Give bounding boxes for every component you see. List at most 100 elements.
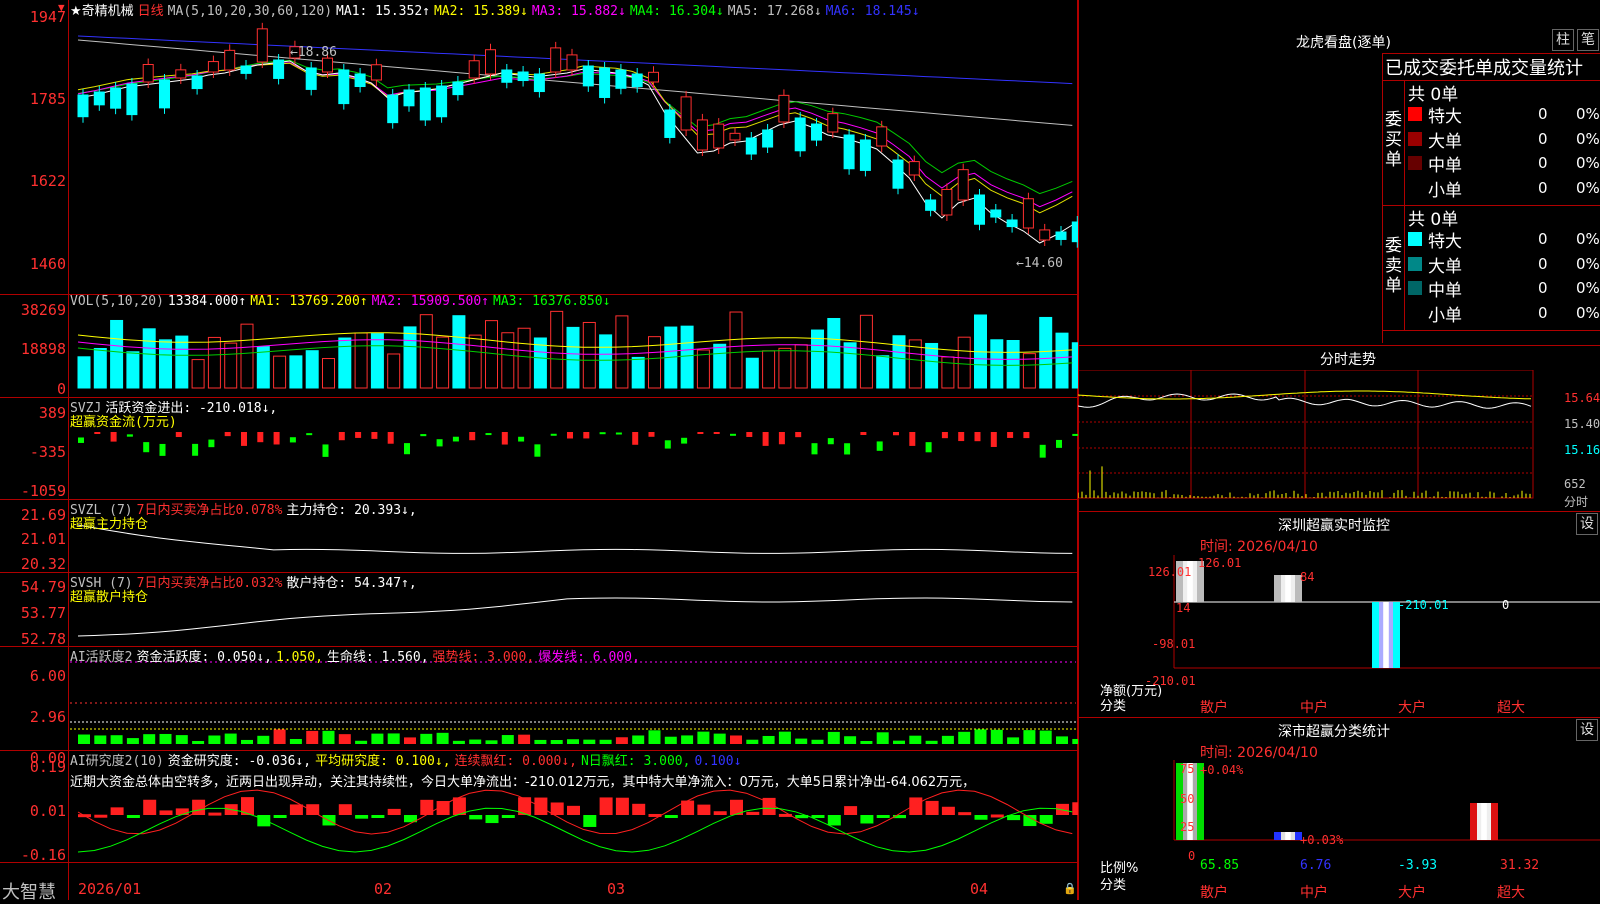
volume-bar[interactable] <box>468 334 482 389</box>
volume-bar[interactable] <box>631 356 645 389</box>
volume-bar[interactable] <box>436 336 450 389</box>
candle[interactable] <box>680 96 692 131</box>
volume-bar[interactable] <box>501 332 515 389</box>
candle[interactable] <box>110 87 122 109</box>
candle[interactable] <box>957 169 969 201</box>
candle[interactable] <box>876 126 888 147</box>
candle[interactable] <box>191 75 203 90</box>
volume-bar[interactable] <box>77 356 91 389</box>
volume-bar[interactable] <box>240 323 254 389</box>
volume-bar[interactable] <box>550 310 564 389</box>
volume-bar[interactable] <box>224 342 238 389</box>
stock-name[interactable]: ★奇精机械 <box>70 4 134 19</box>
candle[interactable] <box>175 69 187 79</box>
volume-bar[interactable] <box>273 355 287 389</box>
candle[interactable] <box>762 129 774 148</box>
candle[interactable] <box>1039 229 1051 241</box>
volume-bar[interactable] <box>93 347 107 389</box>
tick-mode-button[interactable]: 笔 <box>1577 29 1599 51</box>
volume-bar[interactable] <box>582 321 596 389</box>
candle[interactable] <box>615 69 627 89</box>
candle[interactable] <box>631 73 643 88</box>
candle[interactable] <box>159 79 170 109</box>
lock-icon[interactable]: 🔒 <box>1063 882 1077 895</box>
candle[interactable] <box>729 132 741 141</box>
candle[interactable] <box>142 63 154 83</box>
vol-label[interactable]: VOL(5,10,20) <box>70 294 164 309</box>
volume-bar[interactable] <box>990 339 1004 389</box>
classify-settings-button[interactable]: 设 <box>1576 719 1598 741</box>
classify-bar[interactable] <box>1470 803 1498 840</box>
candle[interactable] <box>370 64 382 81</box>
volume-bar[interactable] <box>403 326 417 389</box>
volume-bar[interactable] <box>1006 339 1020 389</box>
candle[interactable] <box>403 89 415 107</box>
candle[interactable] <box>1055 231 1067 240</box>
bar-mode-button[interactable]: 柱 <box>1552 29 1574 51</box>
candle[interactable] <box>648 71 659 83</box>
volume-bar[interactable] <box>941 356 955 389</box>
volume-bar[interactable] <box>110 319 124 389</box>
volume-bar[interactable] <box>387 353 401 389</box>
volume-bar[interactable] <box>615 315 629 389</box>
volume-bar[interactable] <box>680 325 694 389</box>
classify-bar[interactable] <box>1274 832 1302 840</box>
candle[interactable] <box>436 85 448 118</box>
candle[interactable] <box>305 67 317 90</box>
candle[interactable] <box>240 65 252 74</box>
candle[interactable] <box>843 134 855 170</box>
volume-bar[interactable] <box>370 333 384 389</box>
volume-bar[interactable] <box>517 327 531 389</box>
candle[interactable] <box>582 65 594 87</box>
candle[interactable] <box>974 194 985 225</box>
brand-label[interactable]: 大智慧 <box>2 878 56 904</box>
candle[interactable] <box>517 71 529 82</box>
volume-bar[interactable] <box>713 343 727 389</box>
period-label[interactable]: 日线 <box>138 4 164 19</box>
volume-bar[interactable] <box>648 336 661 389</box>
candle[interactable] <box>338 69 350 105</box>
candle[interactable] <box>941 188 953 216</box>
volume-bar[interactable] <box>126 351 140 389</box>
candle[interactable] <box>322 57 333 73</box>
candle[interactable] <box>778 94 790 123</box>
volume-bar[interactable] <box>354 332 368 389</box>
candle[interactable] <box>256 28 268 63</box>
ai1-label[interactable]: AI活跃度2 <box>70 650 132 665</box>
volume-bar[interactable] <box>745 357 759 389</box>
volume-bar[interactable] <box>142 328 156 389</box>
volume-bar[interactable] <box>419 314 433 389</box>
volume-bar[interactable] <box>762 350 776 389</box>
volume-bar[interactable] <box>289 355 303 389</box>
candle[interactable] <box>859 139 871 171</box>
candle[interactable] <box>452 81 464 96</box>
monitor-bar[interactable] <box>1372 602 1400 668</box>
candle[interactable] <box>419 87 431 121</box>
candle[interactable] <box>501 69 513 83</box>
volume-bar[interactable] <box>338 337 352 389</box>
classify-chart[interactable] <box>1078 760 1600 900</box>
candle[interactable] <box>664 109 676 138</box>
candle[interactable] <box>713 123 725 149</box>
volume-bar[interactable] <box>207 336 221 389</box>
candle[interactable] <box>273 59 285 79</box>
volume-bar[interactable] <box>175 335 189 389</box>
candle[interactable] <box>908 161 920 176</box>
candle[interactable] <box>533 73 545 93</box>
candle[interactable] <box>354 73 366 88</box>
candle[interactable] <box>224 49 236 71</box>
volume-bar[interactable] <box>452 315 466 389</box>
volume-bar[interactable] <box>1039 316 1053 389</box>
volume-bar[interactable] <box>322 358 335 389</box>
candle[interactable] <box>599 67 611 98</box>
candle[interactable] <box>827 113 839 133</box>
volume-bar[interactable] <box>892 335 906 389</box>
intraday-chart[interactable] <box>1078 370 1600 510</box>
candle[interactable] <box>126 83 138 116</box>
volume-bar[interactable] <box>876 355 890 389</box>
candle[interactable] <box>207 61 219 73</box>
candle[interactable] <box>485 49 496 75</box>
volume-bar[interactable] <box>159 339 172 389</box>
candle[interactable] <box>925 199 937 211</box>
candle[interactable] <box>990 209 1002 218</box>
